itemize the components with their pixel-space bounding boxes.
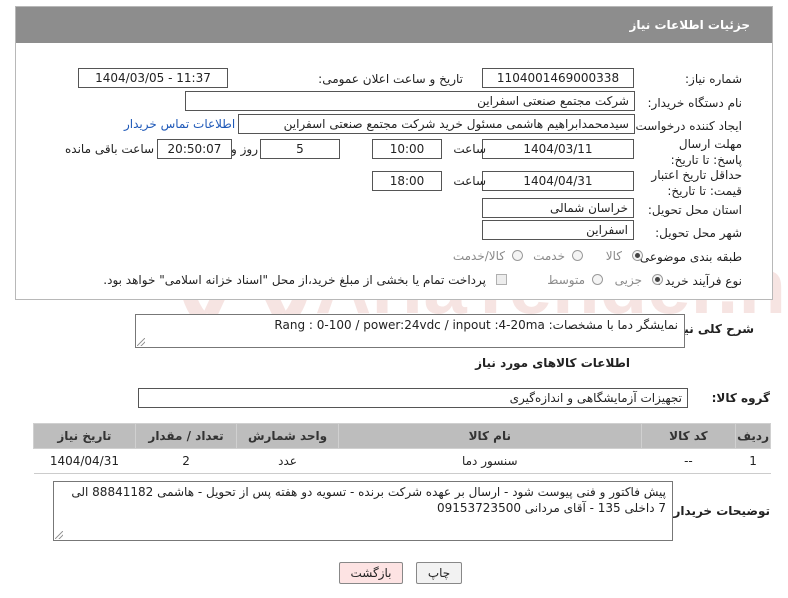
announce-date-label: تاریخ و ساعت اعلان عمومی:: [318, 72, 463, 86]
summary-text: نمایشگر دما با مشخصات: Rang : 0-100 / po…: [274, 318, 678, 332]
cell-date: 1404/04/31: [33, 448, 136, 474]
col-unit-header: واحد شمارش: [236, 423, 339, 449]
category-service-label: خدمت: [533, 249, 565, 263]
province-field: خراسان شمالی: [482, 198, 634, 218]
treasury-payment-note: پرداخت تمام یا بخشی از مبلغ خرید،از محل …: [103, 273, 486, 287]
category-goods-radio[interactable]: [632, 250, 643, 261]
cell-name: سنسور دما: [338, 448, 642, 474]
creator-label: ایجاد کننده درخواست:: [631, 119, 742, 133]
validity-label: حداقل تاریخ اعتبار قیمت: تا تاریخ:: [651, 168, 742, 198]
goods-table: ردیف کد کالا نام کالا واحد شمارش تعداد /…: [33, 423, 771, 474]
goods-group-field: تجهیزات آزمایشگاهی و اندازه‌گیری: [138, 388, 688, 408]
validity-time-field: 18:00: [372, 171, 442, 191]
remaining-time-label: ساعت باقی مانده: [65, 142, 155, 156]
buyer-contact-link[interactable]: اطلاعات تماس خریدار: [124, 117, 235, 131]
days-remaining-field: 5: [260, 139, 340, 159]
buyer-org-field: شرکت مجتمع صنعتی اسفراین: [185, 91, 635, 111]
city-field: اسفراین: [482, 220, 634, 240]
table-row: 1 -- سنسور دما عدد 2 1404/04/31: [33, 448, 771, 474]
back-button[interactable]: بازگشت: [339, 562, 403, 584]
buyer-notes-label: توضیحات خریدار:: [668, 504, 770, 518]
province-label: استان محل تحویل:: [647, 203, 742, 217]
creator-field: سیدمحمدابراهیم هاشمی مسئول خرید شرکت مجت…: [238, 114, 635, 134]
process-medium-label: متوسط: [547, 273, 585, 287]
summary-textarea[interactable]: نمایشگر دما با مشخصات: Rang : 0-100 / po…: [135, 314, 685, 348]
need-number-label: شماره نیاز:: [685, 72, 742, 86]
resize-grip-icon[interactable]: [55, 531, 63, 539]
cell-code: --: [641, 448, 736, 474]
need-number-field: 1104001469000338: [482, 68, 634, 88]
deadline-label: مهلت ارسال پاسخ: تا تاریخ:: [670, 137, 742, 167]
resize-grip-icon[interactable]: [137, 338, 145, 346]
process-minor-label: جزیی: [614, 273, 642, 287]
process-medium-radio[interactable]: [592, 274, 603, 285]
col-row-header: ردیف: [735, 423, 771, 449]
deadline-time-label: ساعت: [453, 142, 486, 156]
table-header-row: ردیف کد کالا نام کالا واحد شمارش تعداد /…: [33, 423, 771, 449]
process-minor-radio[interactable]: [652, 274, 663, 285]
city-label: شهر محل تحویل:: [655, 226, 742, 240]
remaining-time-field: 20:50:07: [157, 139, 232, 159]
buyer-notes-text: پیش فاکتور و فنی پیوست شود - ارسال بر عه…: [71, 485, 666, 515]
category-goods-label: کالا: [605, 249, 622, 263]
category-label: طبقه بندی موضوعی:: [635, 250, 742, 264]
col-date-header: تاریخ نیاز: [33, 423, 136, 449]
goods-section-title: اطلاعات کالاهای مورد نیاز: [475, 356, 630, 370]
validity-date-field: 1404/04/31: [482, 171, 634, 191]
validity-time-label: ساعت: [453, 174, 486, 188]
col-name-header: نام کالا: [337, 423, 642, 449]
col-code-header: کد کالا: [640, 423, 737, 449]
print-button[interactable]: چاپ: [416, 562, 462, 584]
process-label: نوع فرآیند خرید :: [657, 274, 742, 288]
buyer-org-label: نام دستگاه خریدار:: [647, 96, 743, 110]
announce-date-field: 1404/03/05 - 11:37: [78, 68, 228, 88]
goods-group-label: گروه کالا:: [711, 391, 770, 405]
days-label: روز و: [231, 142, 258, 156]
category-service-radio[interactable]: [572, 250, 583, 261]
cell-unit: عدد: [236, 448, 339, 474]
col-qty-header: تعداد / مقدار: [134, 423, 238, 449]
deadline-date-field: 1404/03/11: [482, 139, 634, 159]
category-both-radio[interactable]: [512, 250, 523, 261]
cell-row: 1: [735, 448, 771, 474]
category-both-label: کالا/خدمت: [452, 249, 505, 263]
buyer-notes-textarea[interactable]: پیش فاکتور و فنی پیوست شود - ارسال بر عه…: [53, 481, 673, 541]
treasury-payment-checkbox[interactable]: [496, 274, 507, 285]
panel-title: جزئیات اطلاعات نیاز: [16, 7, 772, 43]
cell-qty: 2: [135, 448, 237, 474]
deadline-time-field: 10:00: [372, 139, 442, 159]
